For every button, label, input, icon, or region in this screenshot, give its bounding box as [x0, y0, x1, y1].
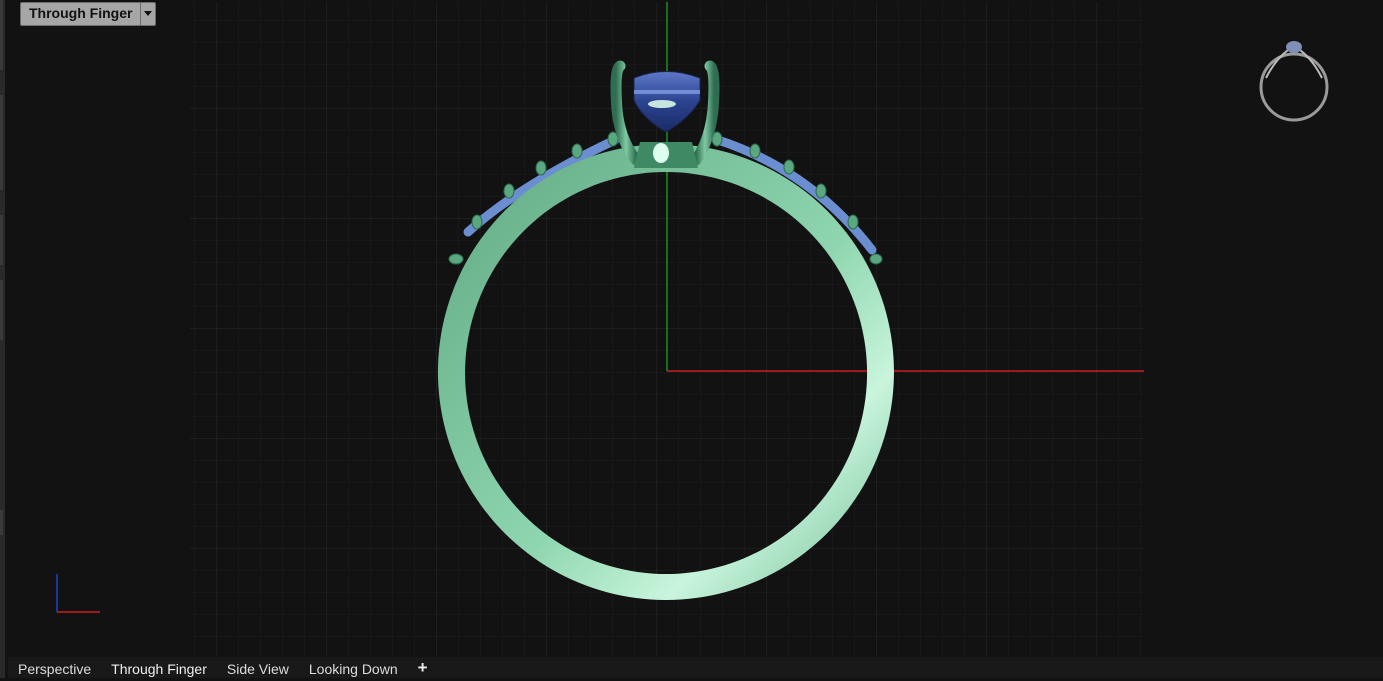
- tab-side-view[interactable]: Side View: [217, 657, 299, 678]
- tab-perspective[interactable]: Perspective: [8, 657, 101, 678]
- add-tab-icon[interactable]: +: [408, 656, 438, 679]
- viewport-tabs-bar: Perspective Through Finger Side View Loo…: [8, 657, 1383, 678]
- world-axes-icon: [56, 574, 100, 613]
- view-cube-preview[interactable]: [1259, 41, 1329, 122]
- viewport-title-label[interactable]: Through Finger: [21, 3, 140, 25]
- tab-through-finger[interactable]: Through Finger: [101, 657, 217, 678]
- tab-looking-down[interactable]: Looking Down: [299, 657, 408, 678]
- viewport-canvas[interactable]: [8, 0, 1383, 657]
- viewport-menu-dropdown-icon[interactable]: [140, 3, 155, 25]
- viewport-through-finger[interactable]: Through Finger: [8, 0, 1383, 657]
- viewport-title[interactable]: Through Finger: [20, 2, 157, 26]
- left-panel-edge: [0, 0, 5, 678]
